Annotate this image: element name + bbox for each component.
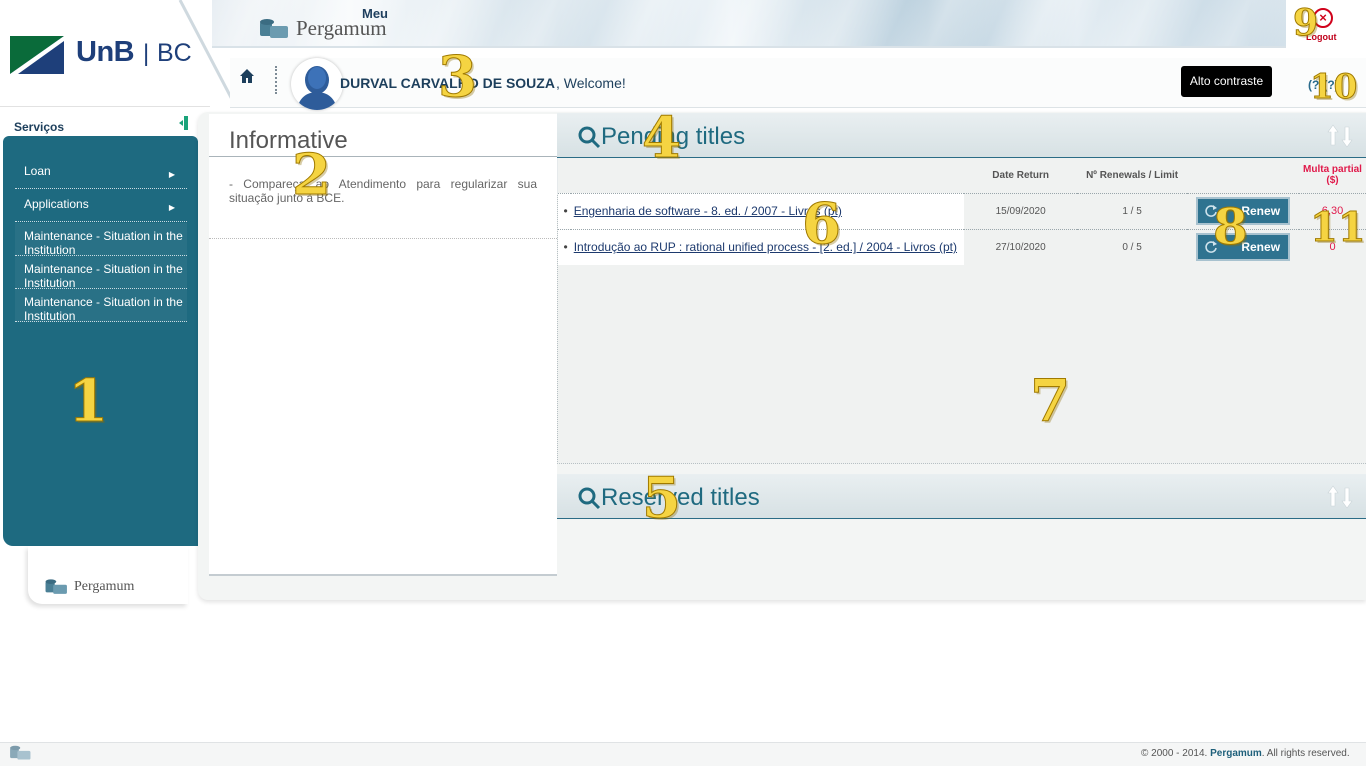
unb-logo-icon — [10, 36, 64, 74]
date-return-cell: 27/10/2020 — [964, 228, 1078, 265]
column-header-date-return: Date Return — [964, 158, 1078, 193]
sort-arrows-icon[interactable] — [1327, 484, 1353, 510]
sidebar-title: Serviços — [14, 120, 65, 134]
informative-title: Informative — [229, 127, 348, 154]
fine-cell: 0 — [1299, 228, 1366, 265]
logout-link[interactable]: Logout — [1306, 32, 1337, 42]
column-header-spacer — [557, 158, 572, 193]
column-header-action — [1187, 158, 1300, 193]
renew-label: Renew — [1241, 204, 1281, 218]
copyright-text: © 2000 - 2014. Pergamum. All rights rese… — [1141, 748, 1350, 759]
action-cell: Renew — [1187, 192, 1300, 229]
sort-arrows-icon[interactable] — [1327, 123, 1353, 149]
sidebar-pergamum-logo: Pergamum — [44, 578, 134, 596]
table-row: • Engenharia de software - 8. ed. / 2007 … — [557, 192, 1366, 229]
table-row: • Introdução ao RUP : rational unified pr… — [557, 228, 1366, 265]
column-header-fine: Multa partial ($) — [1299, 158, 1366, 193]
submenu-arrow-icon: ▶ — [168, 203, 175, 212]
search-icon — [578, 126, 601, 149]
renewals-cell: 0 / 5 — [1077, 228, 1188, 265]
logout-icon[interactable]: × — [1313, 8, 1333, 28]
sidebar-collapse-icon[interactable] — [179, 116, 189, 130]
title-cell: • Engenharia de software - 8. ed. / 2007 … — [557, 192, 965, 229]
sidebar-item-maintenance-3[interactable]: Maintenance - Situation in the Instituti… — [15, 289, 187, 323]
informative-text: - Compareça ao Atendimento para regulari… — [229, 177, 537, 205]
sidebar-item-label: Applications — [24, 197, 89, 211]
fine-cell: 6,30 — [1299, 192, 1366, 229]
sidebar-item-applications[interactable]: Applications ▶ — [15, 189, 187, 222]
help-link[interactable]: (?)(?) — [1308, 78, 1339, 92]
user-bar-separator — [275, 66, 277, 94]
reserved-titles-heading: Reserved titles — [601, 484, 760, 511]
pergamum-logo: Pergamum — [258, 16, 387, 41]
renew-button[interactable]: Renew — [1196, 197, 1291, 225]
refresh-icon — [1205, 241, 1218, 254]
informative-divider-dotted — [209, 238, 557, 239]
renew-button[interactable]: Renew — [1196, 233, 1291, 262]
informative-bottom-border — [209, 574, 557, 576]
home-icon[interactable] — [239, 68, 255, 84]
welcome-text: , Welcome! — [556, 75, 626, 91]
action-cell: Renew — [1187, 228, 1300, 265]
user-name: DURVAL CARVALHO DE SOUZA — [340, 75, 555, 91]
informative-divider — [209, 156, 557, 157]
sidebar-item-maintenance-2[interactable]: Maintenance - Situation in the Instituti… — [15, 256, 187, 290]
title-link[interactable]: Introdução ao RUP : rational unified pro… — [574, 240, 957, 254]
sidebar-item-label: Maintenance - Situation in the Instituti… — [24, 295, 183, 323]
title-cell: • Introdução ao RUP : rational unified pr… — [557, 228, 965, 265]
org-name: UnB — [76, 36, 135, 68]
search-icon — [578, 487, 601, 510]
title-link[interactable]: Engenharia de software - 8. ed. / 2007 -… — [574, 204, 842, 218]
column-header-renewals: Nº Renewals / Limit — [1077, 158, 1188, 193]
sidebar-item-loan[interactable]: Loan ▶ — [15, 156, 187, 189]
institution-logo-area: UnB | BC — [0, 0, 238, 107]
sidebar-item-maintenance-1[interactable]: Maintenance - Situation in the Instituti… — [15, 223, 187, 257]
copyright-brand: Pergamum — [1210, 748, 1262, 759]
pending-titles-header[interactable]: Pending titles — [557, 113, 1366, 158]
sidebar-item-label: Maintenance - Situation in the Instituti… — [24, 229, 183, 257]
sidebar-item-label: Loan — [24, 164, 51, 178]
pending-titles-table: Date Return Nº Renewals / Limit Multa pa… — [557, 158, 1366, 265]
table-header-row: Date Return Nº Renewals / Limit Multa pa… — [557, 158, 1366, 193]
sidebar-item-label: Maintenance - Situation in the Instituti… — [24, 262, 183, 290]
pergamum-books-icon — [260, 18, 288, 38]
date-return-cell: 15/09/2020 — [964, 192, 1078, 229]
org-separator: | — [143, 40, 150, 67]
reserved-titles-header[interactable]: Reserved titles — [557, 474, 1366, 519]
pending-titles-heading: Pending titles — [601, 123, 746, 150]
app-name: Pergamum — [296, 16, 387, 40]
user-avatar-icon — [297, 66, 337, 110]
column-header-title — [571, 158, 965, 193]
submenu-arrow-icon: ▶ — [168, 170, 175, 179]
pergamum-books-icon — [10, 745, 31, 760]
high-contrast-button[interactable]: Alto contraste — [1181, 66, 1272, 97]
user-avatar — [291, 58, 343, 110]
renew-label: Renew — [1241, 240, 1281, 255]
sidebar-logo-text: Pergamum — [74, 579, 135, 594]
renewals-cell: 1 / 5 — [1077, 192, 1188, 229]
refresh-icon — [1205, 205, 1218, 217]
pergamum-books-icon — [45, 579, 67, 594]
